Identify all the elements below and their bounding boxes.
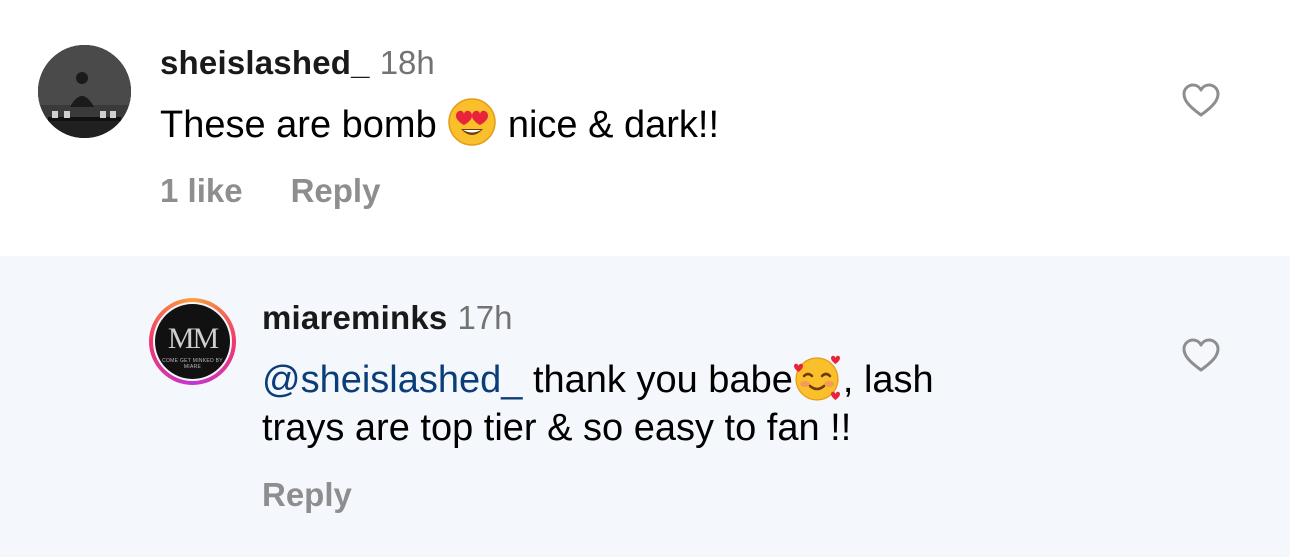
avatar[interactable] [38, 45, 131, 138]
like-heart-icon[interactable] [1181, 82, 1221, 118]
avatar-logo: MM [167, 322, 219, 355]
timestamp: 18h [379, 44, 435, 81]
reply-text: @sheislashed_ thank you babe , lash tray… [262, 352, 934, 452]
reply-header: miareminks 17h [262, 299, 513, 337]
avatar-photo [38, 45, 131, 138]
avatar-story-ring[interactable]: MM COME GET MINKED BY MIARE [149, 298, 236, 385]
reply-actions: Reply [262, 476, 400, 514]
like-heart-icon[interactable] [1181, 337, 1221, 373]
username[interactable]: miareminks [262, 299, 447, 336]
heart-eyes-emoji-icon [448, 98, 497, 146]
likes-count[interactable]: 1 like [160, 172, 243, 209]
smiling-face-with-hearts-emoji-icon [793, 355, 840, 401]
mention-link[interactable]: @sheislashed_ [262, 359, 522, 401]
reply-button[interactable]: Reply [262, 476, 352, 513]
comment-text: These are bomb nice & dark!! [160, 97, 719, 149]
avatar-tagline: COME GET MINKED BY MIARE [162, 358, 223, 370]
comment: sheislashed_ 18h These are bomb nice & da… [0, 0, 1290, 256]
avatar: MM COME GET MINKED BY MIARE [155, 304, 230, 379]
comment-header: sheislashed_ 18h [160, 44, 435, 82]
timestamp: 17h [457, 299, 513, 336]
comment-actions: 1 like Reply [160, 172, 428, 210]
reply-button[interactable]: Reply [291, 172, 381, 209]
username[interactable]: sheislashed_ [160, 44, 370, 81]
